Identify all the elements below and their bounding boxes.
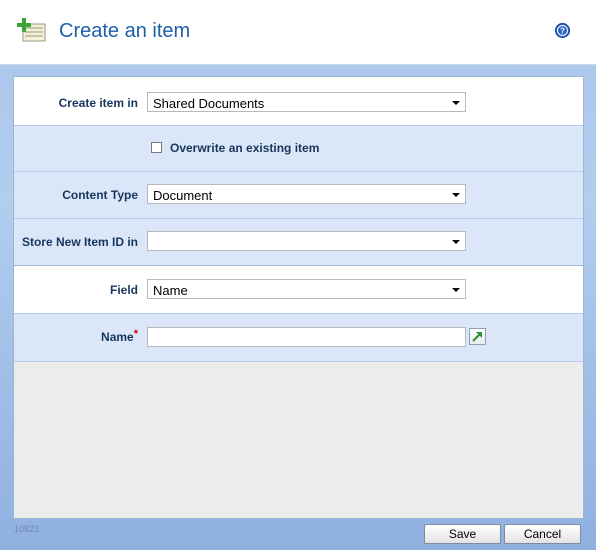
field-select[interactable]: Name [147, 279, 466, 299]
create-item-in-value: Shared Documents [153, 96, 265, 111]
create-item-in-label: Create item in [58, 96, 138, 110]
chevron-down-icon [452, 240, 460, 244]
field-label: Field [109, 283, 138, 297]
create-item-in-select[interactable]: Shared Documents [147, 92, 466, 112]
chevron-down-icon [452, 288, 460, 292]
required-marker: * [133, 328, 138, 340]
chevron-down-icon [452, 101, 460, 105]
field-value: Name [153, 283, 188, 298]
overwrite-checkbox[interactable] [151, 142, 162, 153]
chevron-down-icon [452, 193, 460, 197]
svg-text:?: ? [560, 27, 565, 36]
form-panel: Create item in Shared Documents Overwrit… [13, 76, 584, 519]
dialog-id: 10823 [14, 524, 40, 534]
save-button[interactable]: Save [424, 524, 501, 544]
name-input[interactable] [147, 327, 466, 347]
store-item-id-label: Store New Item ID in [21, 235, 138, 249]
overwrite-label[interactable]: Overwrite an existing item [170, 141, 319, 155]
row-store-item-id: Store New Item ID in [14, 219, 583, 266]
row-overwrite: Overwrite an existing item [14, 126, 583, 172]
content-type-select[interactable]: Document [147, 184, 466, 204]
store-item-id-select[interactable] [147, 231, 466, 251]
dialog-header: Create an item ? [0, 0, 596, 65]
row-content-type: Content Type Document [14, 172, 583, 219]
expand-arrow-icon [472, 332, 482, 342]
content-type-label: Content Type [62, 188, 138, 202]
add-item-icon [17, 18, 46, 42]
row-field: Field Name [14, 266, 583, 314]
expression-builder-button[interactable] [469, 328, 486, 345]
name-label-text: Name [101, 330, 134, 344]
cancel-button[interactable]: Cancel [504, 524, 581, 544]
name-label: Name* [101, 328, 138, 344]
dialog-title: Create an item [59, 20, 191, 42]
help-icon[interactable]: ? [555, 23, 570, 38]
content-type-value: Document [153, 188, 213, 203]
row-create-item-in: Create item in Shared Documents [14, 77, 583, 126]
row-name: Name* [14, 314, 583, 362]
